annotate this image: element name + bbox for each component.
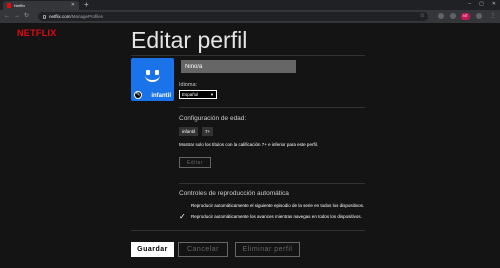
reload-icon[interactable]: ↻	[24, 12, 29, 21]
edit-maturity-button[interactable]: Editar	[179, 157, 211, 168]
language-label: Idioma:	[179, 82, 198, 88]
maturity-chip: infantil	[179, 127, 199, 136]
menu-dots-icon[interactable]: ⋮	[490, 12, 496, 21]
page-title: Editar perfil	[131, 27, 248, 53]
close-window-icon[interactable]: ✕	[492, 0, 496, 9]
profile-avatar-image[interactable]: ✎ infantil	[131, 58, 174, 101]
divider	[131, 230, 365, 231]
browser-tab-bar: Netflix ✕ + – ▢ ✕	[0, 0, 500, 10]
autoplay-option-label: Reproducir automáticamente los avances m…	[191, 214, 362, 219]
maximize-icon[interactable]: ▢	[479, 0, 484, 9]
extension-icon[interactable]	[438, 13, 444, 19]
maturity-chip: 7+	[202, 127, 214, 136]
cancel-button[interactable]: Cancelar	[178, 242, 228, 257]
avatar-label: infantil	[151, 93, 171, 99]
avatar-smile	[145, 75, 160, 82]
maturity-description: Mostrar solo los títulos con la califica…	[179, 142, 318, 147]
back-arrow-icon[interactable]: ←	[4, 12, 10, 21]
close-tab-icon[interactable]: ✕	[71, 2, 75, 8]
checkmark-icon[interactable]: ✓	[179, 213, 186, 221]
divider	[179, 107, 365, 108]
delete-profile-button[interactable]: Eliminar perfil	[235, 242, 300, 257]
profile-avatar[interactable]: NT	[461, 13, 470, 20]
autoplay-next-episode-checkbox[interactable]	[179, 202, 186, 209]
extension-icon[interactable]	[450, 13, 456, 19]
url-path: /ManageProfiles	[70, 14, 104, 19]
autoplay-option-label: Reproducir automáticamente el siguiente …	[191, 203, 365, 208]
new-tab-icon[interactable]: +	[84, 0, 89, 10]
maturity-heading: Configuración de edad:	[179, 115, 247, 122]
divider	[131, 55, 365, 56]
address-bar[interactable]: netflix.com /ManageProfiles	[38, 12, 428, 21]
language-select[interactable]: Español ▼	[179, 90, 217, 99]
lock-icon	[43, 14, 46, 19]
netflix-logo[interactable]: NETFLIX	[17, 28, 57, 38]
url-host: netflix.com	[49, 14, 71, 19]
divider	[179, 183, 365, 184]
browser-toolbar: ← → ↻ netflix.com /ManageProfiles ☆ NT ⋮	[0, 10, 500, 23]
profile-name-input[interactable]	[181, 60, 296, 73]
browser-tab[interactable]: Netflix ✕	[3, 1, 79, 10]
extension-icon[interactable]	[476, 13, 482, 19]
tab-title: Netflix	[14, 3, 26, 8]
window-controls: – ▢ ✕	[468, 0, 496, 9]
star-icon[interactable]: ☆	[420, 13, 425, 20]
netflix-favicon-icon	[7, 3, 11, 8]
pencil-icon[interactable]: ✎	[134, 91, 142, 99]
caret-down-icon: ▼	[210, 92, 214, 97]
page: NETFLIX Editar perfil ✎ infantil Idioma:…	[0, 23, 500, 268]
forward-arrow-icon[interactable]: →	[14, 12, 20, 21]
autoplay-option[interactable]: Reproducir automáticamente el siguiente …	[179, 202, 364, 209]
save-button[interactable]: Guardar	[131, 242, 174, 257]
language-selected: Español	[182, 92, 199, 97]
autoplay-option[interactable]: ✓ Reproducir automáticamente los avances…	[179, 213, 362, 221]
minimize-icon[interactable]: –	[468, 0, 471, 9]
autoplay-heading: Controles de reproducción automática	[179, 190, 289, 197]
